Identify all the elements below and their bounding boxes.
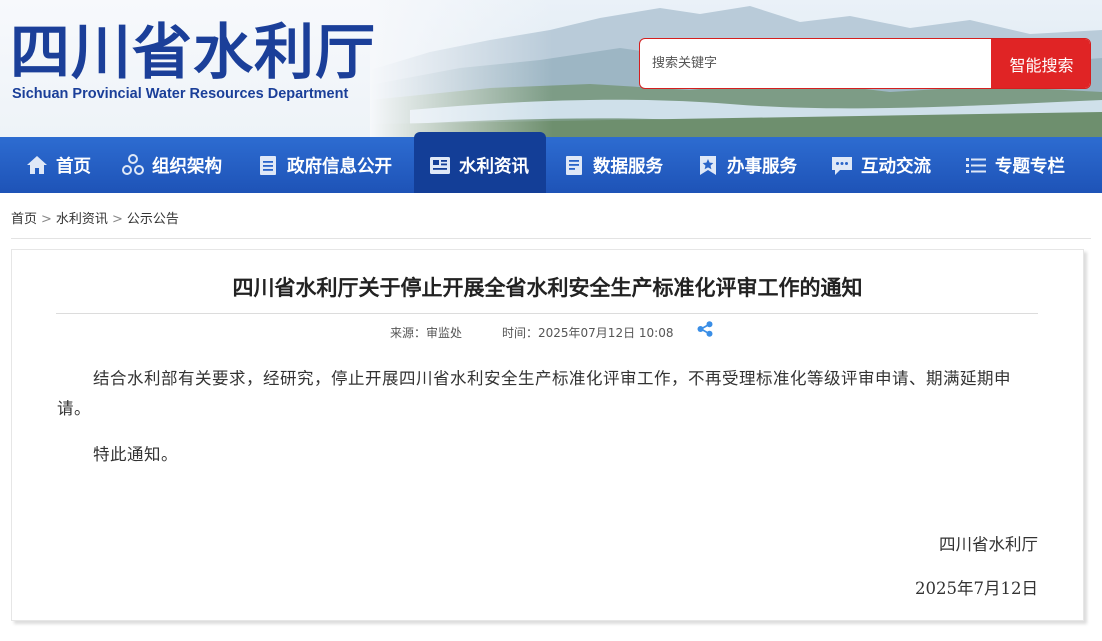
breadcrumb-announcements-link[interactable]: 公示公告: [127, 212, 179, 227]
breadcrumb: 首页 > 水利资讯 > 公示公告: [11, 208, 179, 227]
nav-item-org-structure[interactable]: 组织架构: [120, 137, 222, 193]
site-header: 四川省水利厅 Sichuan Provincial Water Resource…: [0, 0, 1102, 137]
nav-item-water-news[interactable]: 水利资讯: [414, 132, 546, 193]
home-icon: [24, 152, 50, 178]
breadcrumb-separator: >: [111, 212, 123, 227]
nav-item-interaction[interactable]: 互动交流: [829, 137, 931, 193]
nav-item-home[interactable]: 首页: [24, 137, 91, 193]
nav-item-gov-info[interactable]: 政府信息公开: [255, 137, 392, 193]
main-nav: 首页 组织架构 政府信息公开 水利资讯 数据服务 办事服务 互动交流 专题专栏: [0, 132, 1102, 193]
search-input[interactable]: [640, 39, 991, 88]
nav-item-affairs-service[interactable]: 办事服务: [695, 137, 797, 193]
article-card: [11, 249, 1084, 621]
article-title: 四川省水利厅关于停止开展全省水利安全生产标准化评审工作的通知: [232, 276, 863, 300]
service-star-icon: [695, 152, 721, 178]
title-divider: [56, 313, 1038, 314]
site-logo-subtitle: Sichuan Provincial Water Resources Depar…: [12, 86, 349, 102]
org-structure-icon: [120, 152, 146, 178]
article-time: 时间：2025年07月12日 10:08: [502, 326, 674, 340]
nav-item-label: 办事服务: [727, 156, 797, 177]
breadcrumb-separator: >: [41, 212, 52, 227]
smart-search-button[interactable]: 智能搜索: [991, 39, 1090, 88]
nav-item-special-topics[interactable]: 专题专栏: [963, 137, 1065, 193]
article-date: 2025年7月12日: [915, 579, 1038, 598]
list-icon: [963, 152, 989, 178]
nav-item-label: 政府信息公开: [287, 156, 392, 177]
nav-item-label: 专题专栏: [995, 156, 1065, 177]
data-icon: [561, 152, 587, 178]
article-signature: 四川省水利厅: [939, 535, 1038, 554]
nav-item-label: 组织架构: [152, 156, 222, 177]
article-source: 来源：审监处: [390, 326, 463, 340]
news-icon: [427, 152, 453, 178]
nav-item-label: 互动交流: [861, 156, 931, 177]
article-paragraph: 特此通知。: [93, 445, 178, 464]
nav-item-data-service[interactable]: 数据服务: [561, 137, 663, 193]
document-icon: [255, 152, 281, 178]
breadcrumb-home-link[interactable]: 首页: [11, 212, 37, 227]
breadcrumb-divider: [11, 238, 1091, 239]
nav-item-label: 数据服务: [593, 156, 663, 177]
nav-item-label: 首页: [56, 156, 91, 177]
nav-item-label: 水利资讯: [459, 156, 529, 177]
search-box: 智能搜索: [639, 38, 1091, 89]
article-paragraph: 结合水利部有关要求，经研究，停止开展四川省水利安全生产标准化评审工作，不再受理标…: [57, 369, 1011, 418]
chat-icon: [829, 152, 855, 178]
site-logo-title[interactable]: 四川省水利厅: [10, 18, 376, 88]
breadcrumb-water-news-link[interactable]: 水利资讯: [56, 212, 108, 227]
share-icon[interactable]: [696, 320, 714, 338]
